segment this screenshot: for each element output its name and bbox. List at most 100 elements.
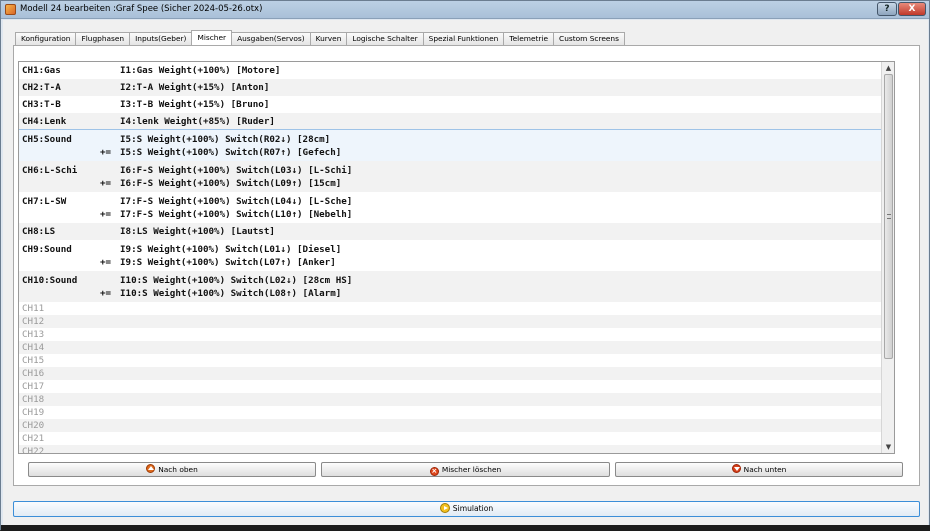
- mixer-row[interactable]: CH12: [19, 315, 881, 328]
- arrow-up-circle-icon: [146, 464, 156, 473]
- tab-kurven[interactable]: Kurven: [309, 32, 348, 45]
- mixer-row[interactable]: CH18: [19, 393, 881, 406]
- simulation-label: Simulation: [452, 504, 494, 513]
- delete-circle-icon: ×: [429, 467, 439, 476]
- mixer-row[interactable]: CH5:Sound I5:S Weight(+100%) Switch(R02↓)…: [19, 129, 882, 162]
- mix-definition: I7:F-S Weight(+100%) Switch(L04↓) [L-Sch…: [120, 196, 353, 207]
- mixer-row[interactable]: CH15: [19, 354, 881, 367]
- channel-name: CH14: [22, 342, 45, 353]
- tab-bar: Konfiguration Flugphasen Inputs(Geber) Misc…: [15, 30, 625, 45]
- mixer-row[interactable]: CH3:T-B I3:T-B Weight(+15%) [Bruno]: [19, 96, 881, 113]
- mixer-line: CH1:Gas I1:Gas Weight(+100%) [Motore]: [19, 64, 881, 77]
- vertical-scrollbar[interactable]: ▲ ▼: [881, 62, 894, 453]
- mix-definition: I5:S Weight(+100%) Switch(R02↓) [28cm]: [120, 134, 331, 145]
- channel-name: CH1:Gas: [22, 65, 61, 76]
- mixer-line: CH14: [19, 341, 881, 354]
- channel-name: CH2:T-A: [22, 82, 61, 93]
- simulation-button[interactable]: Simulation: [13, 501, 920, 517]
- move-down-button[interactable]: Nach unten: [615, 462, 903, 477]
- window-title: Modell 24 bearbeiten :Graf Spee (Sicher …: [20, 4, 263, 14]
- channel-name: CH5:Sound: [22, 134, 72, 145]
- title-bar[interactable]: Modell 24 bearbeiten :Graf Spee (Sicher …: [1, 1, 929, 19]
- mixer-line: += I10:S Weight(+100%) Switch(L08↑) [Alar…: [19, 287, 881, 300]
- mixer-row[interactable]: CH14: [19, 341, 881, 354]
- mixer-row[interactable]: CH16: [19, 367, 881, 380]
- mix-definition: I6:F-S Weight(+100%) Switch(L09↑) [15cm]: [120, 178, 342, 189]
- mixer-row[interactable]: CH6:L-Schi I6:F-S Weight(+100%) Switch(L0…: [19, 161, 881, 192]
- mixer-line: += I9:S Weight(+100%) Switch(L07↑) [Anker…: [19, 256, 881, 269]
- mixer-row[interactable]: CH13: [19, 328, 881, 341]
- mix-definition: I10:S Weight(+100%) Switch(L08↑) [Alarm]: [120, 288, 342, 299]
- mixer-row[interactable]: CH7:L-SW I7:F-S Weight(+100%) Switch(L04↓…: [19, 192, 881, 223]
- mixer-line: += I6:F-S Weight(+100%) Switch(L09↑) [15c…: [19, 177, 881, 190]
- mix-definition: I7:F-S Weight(+100%) Switch(L10↑) [Nebel…: [120, 209, 353, 220]
- scroll-up-icon[interactable]: ▲: [882, 62, 894, 74]
- channel-name: CH20: [22, 420, 45, 431]
- mixer-row[interactable]: CH22: [19, 445, 881, 453]
- channel-name: CH11: [22, 303, 45, 314]
- mixer-line: CH13: [19, 328, 881, 341]
- scroll-down-icon[interactable]: ▼: [882, 441, 894, 453]
- mixer-row[interactable]: CH19: [19, 406, 881, 419]
- mixer-row[interactable]: CH2:T-A I2:T-A Weight(+15%) [Anton]: [19, 79, 881, 96]
- mixer-row[interactable]: CH4:Lenk I4:lenk Weight(+85%) [Ruder]: [19, 113, 881, 130]
- taskbar-strip: [1, 525, 930, 531]
- mixer-line: CH8:LS I8:LS Weight(+100%) [Lautst]: [19, 225, 881, 238]
- tab-logische-schalter[interactable]: Logische Schalter: [346, 32, 424, 45]
- mixer-row[interactable]: CH20: [19, 419, 881, 432]
- mixer-row[interactable]: CH11: [19, 302, 881, 315]
- channel-name: CH9:Sound: [22, 244, 72, 255]
- mix-definition: I6:F-S Weight(+100%) Switch(L03↓) [L-Sch…: [120, 165, 353, 176]
- tab-telemetrie[interactable]: Telemetrie: [503, 32, 555, 45]
- mixer-line: CH10:Sound I10:S Weight(+100%) Switch(L02…: [19, 274, 881, 287]
- scroll-thumb[interactable]: [884, 74, 893, 359]
- close-button[interactable]: X: [898, 2, 926, 16]
- mixer-line: CH18: [19, 393, 881, 406]
- channel-name: CH6:L-Schi: [22, 165, 78, 176]
- mixer-line: CH6:L-Schi I6:F-S Weight(+100%) Switch(L0…: [19, 164, 881, 177]
- mixer-row[interactable]: CH9:Sound I9:S Weight(+100%) Switch(L01↓)…: [19, 240, 881, 271]
- delete-mixer-label: Mischer löschen: [441, 465, 502, 474]
- move-up-button[interactable]: Nach oben: [28, 462, 316, 477]
- mixer-line: CH20: [19, 419, 881, 432]
- delete-mixer-button[interactable]: × Mischer löschen: [321, 462, 610, 477]
- mixer-line: CH12: [19, 315, 881, 328]
- mixer-line: CH15: [19, 354, 881, 367]
- channel-name: CH4:Lenk: [22, 116, 67, 127]
- mixer-line: CH19: [19, 406, 881, 419]
- mixer-line: CH16: [19, 367, 881, 380]
- mixer-line: CH7:L-SW I7:F-S Weight(+100%) Switch(L04↓…: [19, 195, 881, 208]
- mix-operator: +=: [100, 257, 112, 268]
- channel-name: CH12: [22, 316, 45, 327]
- mixer-rows: CH1:Gas I1:Gas Weight(+100%) [Motore] CH2:…: [19, 62, 882, 453]
- tab-spezial-funktionen[interactable]: Spezial Funktionen: [422, 32, 505, 45]
- arrow-down-circle-icon: [731, 464, 741, 473]
- mixer-line: += I7:F-S Weight(+100%) Switch(L10↑) [Neb…: [19, 208, 881, 221]
- mixer-line: CH22: [19, 445, 881, 453]
- channel-name: CH21: [22, 433, 45, 444]
- tab-inputs-geber[interactable]: Inputs(Geber): [129, 32, 193, 45]
- mixer-line: CH17: [19, 380, 881, 393]
- grip-icon: [887, 214, 891, 219]
- help-button[interactable]: ?: [877, 2, 897, 16]
- mixer-line: CH5:Sound I5:S Weight(+100%) Switch(R02↓)…: [19, 133, 881, 146]
- mix-definition: I8:LS Weight(+100%) [Lautst]: [120, 226, 275, 237]
- mixer-line: CH2:T-A I2:T-A Weight(+15%) [Anton]: [19, 81, 881, 94]
- tab-konfiguration[interactable]: Konfiguration: [15, 32, 77, 45]
- mixer-row[interactable]: CH1:Gas I1:Gas Weight(+100%) [Motore]: [19, 62, 881, 79]
- mix-operator: +=: [100, 147, 112, 158]
- mix-operator: +=: [100, 178, 112, 189]
- mixer-row[interactable]: CH10:Sound I10:S Weight(+100%) Switch(L02…: [19, 271, 881, 302]
- mix-definition: I10:S Weight(+100%) Switch(L02↓) [28cm H…: [120, 275, 353, 286]
- tab-custom-screens[interactable]: Custom Screens: [553, 32, 625, 45]
- tab-mischer[interactable]: Mischer: [191, 30, 233, 45]
- tab-flugphasen[interactable]: Flugphasen: [75, 32, 131, 45]
- mix-definition: I9:S Weight(+100%) Switch(L01↓) [Diesel]: [120, 244, 342, 255]
- mixer-row[interactable]: CH8:LS I8:LS Weight(+100%) [Lautst]: [19, 223, 881, 240]
- mixer-list[interactable]: CH1:Gas I1:Gas Weight(+100%) [Motore] CH2:…: [18, 61, 895, 454]
- tab-ausgaben-servos[interactable]: Ausgaben(Servos): [231, 32, 311, 45]
- mixer-row[interactable]: CH21: [19, 432, 881, 445]
- mixer-row[interactable]: CH17: [19, 380, 881, 393]
- channel-name: CH13: [22, 329, 45, 340]
- move-down-label: Nach unten: [743, 465, 787, 474]
